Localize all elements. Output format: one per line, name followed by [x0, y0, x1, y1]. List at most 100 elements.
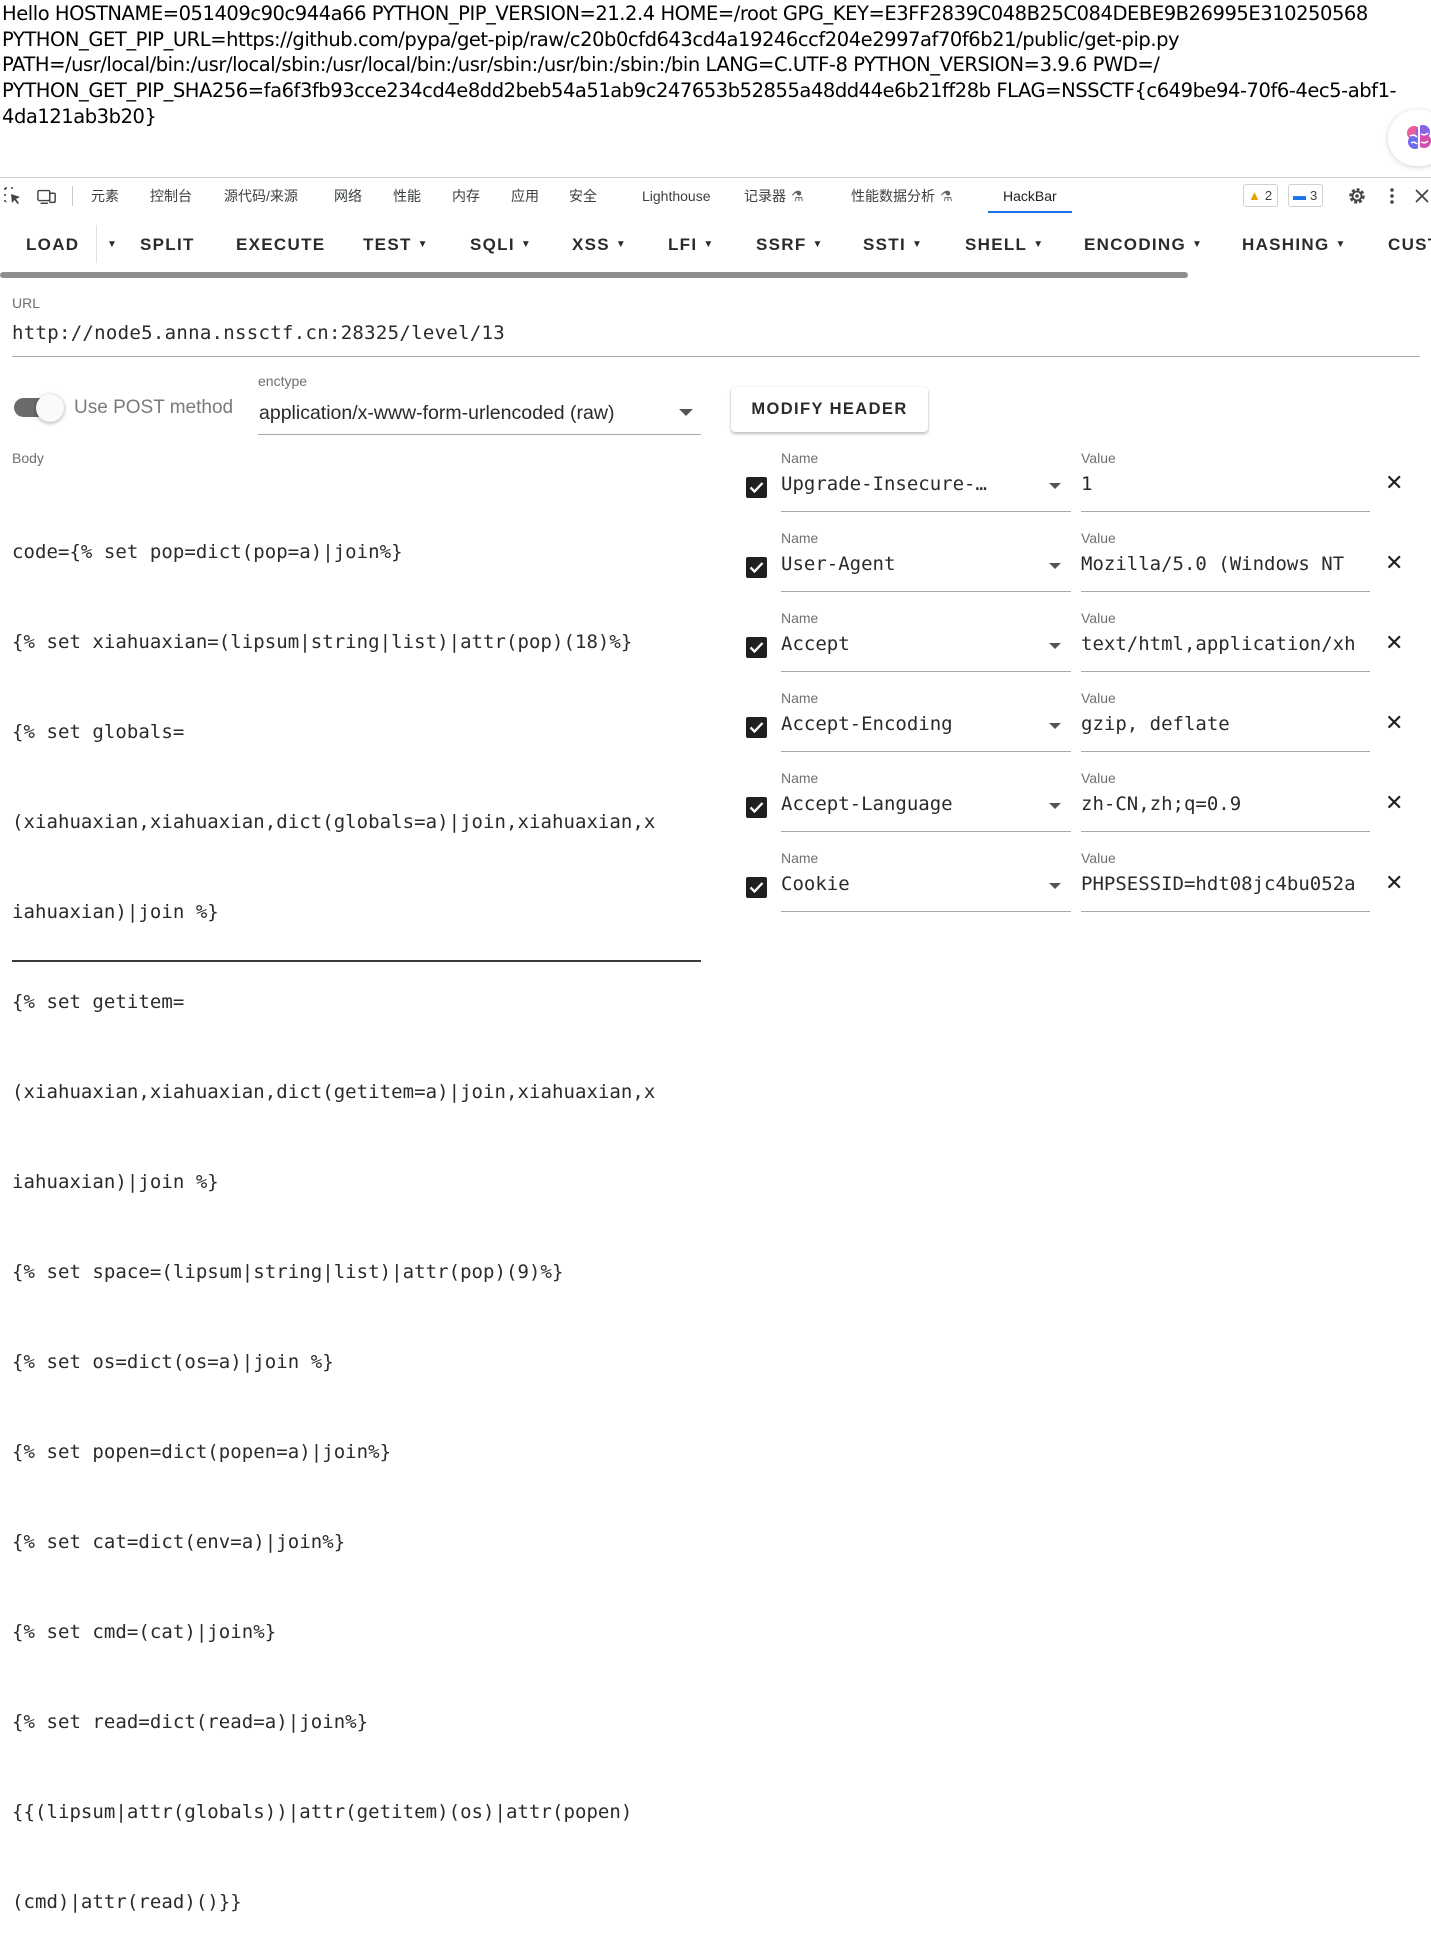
devtools-tab-bar: 元素 控制台 源代码/来源 网络 性能 内存 应用 安全 Lighthouse …	[0, 177, 1431, 214]
close-icon[interactable]: ✕	[1385, 550, 1403, 576]
menu-label: TEST	[363, 235, 412, 254]
xss-menu-button[interactable]: XSS ▼	[572, 235, 626, 255]
header-name-input[interactable]: Accept-Language	[781, 793, 1021, 815]
test-menu-button[interactable]: TEST ▼	[363, 235, 428, 255]
chevron-down-icon[interactable]	[1049, 563, 1061, 569]
tab-performance-insights[interactable]: 性能数据分析 ⚗	[851, 178, 953, 213]
caret-down-icon: ▼	[615, 239, 626, 250]
header-name-input[interactable]: Accept-Encoding	[781, 713, 1021, 735]
tab-recorder[interactable]: 记录器 ⚗	[744, 178, 804, 213]
messages-badge[interactable]: ▬ 3	[1288, 184, 1324, 207]
body-textarea[interactable]: code={% set pop=dict(pop=a)|join%} {% se…	[12, 477, 702, 1947]
header-enabled-checkbox[interactable]	[746, 717, 767, 738]
modify-header-button[interactable]: MODIFY HEADER	[731, 387, 928, 432]
tab-performance[interactable]: 性能	[393, 178, 421, 213]
tab-label: 记录器	[744, 188, 786, 204]
custom-menu-button[interactable]: CUST	[1388, 235, 1431, 255]
body-line: {% set read=dict(read=a)|join%}	[12, 1711, 369, 1733]
tab-memory[interactable]: 内存	[452, 178, 480, 213]
ssti-menu-button[interactable]: SSTI ▼	[863, 235, 922, 255]
caret-down-icon: ▼	[703, 239, 714, 250]
header-value-input[interactable]: gzip, deflate	[1081, 713, 1370, 735]
toggle-knob[interactable]	[36, 394, 64, 422]
header-value-label: Value	[1081, 610, 1116, 626]
chevron-down-icon[interactable]	[1049, 483, 1061, 489]
load-button[interactable]: LOAD	[26, 235, 79, 255]
tab-lighthouse[interactable]: Lighthouse	[642, 178, 711, 213]
caret-down-icon: ▼	[520, 239, 531, 250]
settings-gear-icon[interactable]	[1347, 186, 1367, 206]
toolbar-scrollbar[interactable]	[0, 272, 1188, 278]
body-line: {% set xiahuaxian=(lipsum|string|list)|a…	[12, 631, 633, 653]
check-icon	[749, 482, 764, 494]
chevron-down-icon[interactable]	[679, 409, 693, 416]
enctype-select[interactable]: application/x-www-form-urlencoded (raw)	[259, 402, 614, 425]
header-name-input[interactable]: Accept	[781, 633, 1021, 655]
close-icon[interactable]: ✕	[1385, 710, 1403, 736]
menu-label: LFI	[668, 235, 698, 254]
close-devtools-icon[interactable]	[1412, 186, 1431, 206]
tab-elements[interactable]: 元素	[91, 178, 119, 213]
load-dropdown-button[interactable]: ▼	[101, 235, 117, 255]
caret-down-icon: ▼	[812, 239, 823, 250]
warning-icon: ▲	[1248, 188, 1261, 203]
header-value-underline	[1081, 831, 1370, 832]
header-value-underline	[1081, 671, 1370, 672]
tab-application[interactable]: 应用	[511, 178, 539, 213]
tab-hackbar[interactable]: HackBar	[988, 178, 1072, 213]
sqli-menu-button[interactable]: SQLI ▼	[470, 235, 531, 255]
header-name-underline	[781, 751, 1071, 752]
more-options-icon[interactable]	[1382, 186, 1402, 206]
body-line: (xiahuaxian,xiahuaxian,dict(globals=a)|j…	[12, 811, 656, 833]
header-row: Name Accept-Language Value zh-CN,zh;q=0.…	[740, 768, 1430, 848]
hackbar-toolbar: LOAD ▼ SPLIT EXECUTE TEST ▼ SQLI ▼ XSS ▼ LF…	[0, 213, 1431, 275]
inspect-element-icon[interactable]	[3, 186, 23, 206]
header-value-input[interactable]: PHPSESSID=hdt08jc4bu052a	[1081, 873, 1370, 895]
header-value-input[interactable]: Mozilla/5.0 (Windows NT	[1081, 553, 1370, 575]
url-input[interactable]: http://node5.anna.nssctf.cn:28325/level/…	[12, 322, 505, 344]
tab-security[interactable]: 安全	[569, 178, 597, 213]
header-name-underline	[781, 671, 1071, 672]
assistant-floating-button[interactable]	[1388, 110, 1431, 166]
device-toolbar-icon[interactable]	[37, 186, 57, 206]
header-name-input[interactable]: Cookie	[781, 873, 1021, 895]
tab-sources[interactable]: 源代码/来源	[224, 178, 298, 213]
lfi-menu-button[interactable]: LFI ▼	[668, 235, 713, 255]
tab-console[interactable]: 控制台	[150, 178, 192, 213]
chevron-down-icon[interactable]	[1049, 723, 1061, 729]
header-enabled-checkbox[interactable]	[746, 877, 767, 898]
shell-menu-button[interactable]: SHELL ▼	[965, 235, 1043, 255]
split-button[interactable]: SPLIT	[140, 235, 195, 255]
body-line: {% set getitem=	[12, 991, 185, 1013]
chevron-down-icon[interactable]	[1049, 883, 1061, 889]
warnings-badge[interactable]: ▲ 2	[1243, 184, 1279, 207]
chevron-down-icon[interactable]	[1049, 643, 1061, 649]
close-icon[interactable]: ✕	[1385, 470, 1403, 496]
header-name-underline	[781, 911, 1071, 912]
encoding-menu-button[interactable]: ENCODING ▼	[1084, 235, 1202, 255]
header-name-input[interactable]: Upgrade-Insecure-…	[781, 473, 1021, 495]
header-name-input[interactable]: User-Agent	[781, 553, 1021, 575]
body-label: Body	[12, 450, 44, 466]
header-row: Name Accept Value text/html,application/…	[740, 608, 1430, 688]
chevron-down-icon[interactable]	[1049, 803, 1061, 809]
header-enabled-checkbox[interactable]	[746, 797, 767, 818]
header-value-input[interactable]: zh-CN,zh;q=0.9	[1081, 793, 1370, 815]
header-value-input[interactable]: text/html,application/xh	[1081, 633, 1370, 655]
header-enabled-checkbox[interactable]	[746, 477, 767, 498]
header-value-label: Value	[1081, 850, 1116, 866]
header-enabled-checkbox[interactable]	[746, 637, 767, 658]
menu-label: SQLI	[470, 235, 515, 254]
close-icon[interactable]: ✕	[1385, 790, 1403, 816]
close-icon[interactable]: ✕	[1385, 870, 1403, 896]
check-icon	[749, 562, 764, 574]
close-icon[interactable]: ✕	[1385, 630, 1403, 656]
header-value-input[interactable]: 1	[1081, 473, 1370, 495]
header-enabled-checkbox[interactable]	[746, 557, 767, 578]
body-line: iahuaxian)|join %}	[12, 1171, 219, 1193]
execute-button[interactable]: EXECUTE	[236, 235, 325, 255]
header-name-label: Name	[781, 850, 819, 866]
ssrf-menu-button[interactable]: SSRF ▼	[756, 235, 822, 255]
tab-network[interactable]: 网络	[334, 178, 362, 213]
hashing-menu-button[interactable]: HASHING ▼	[1242, 235, 1345, 255]
